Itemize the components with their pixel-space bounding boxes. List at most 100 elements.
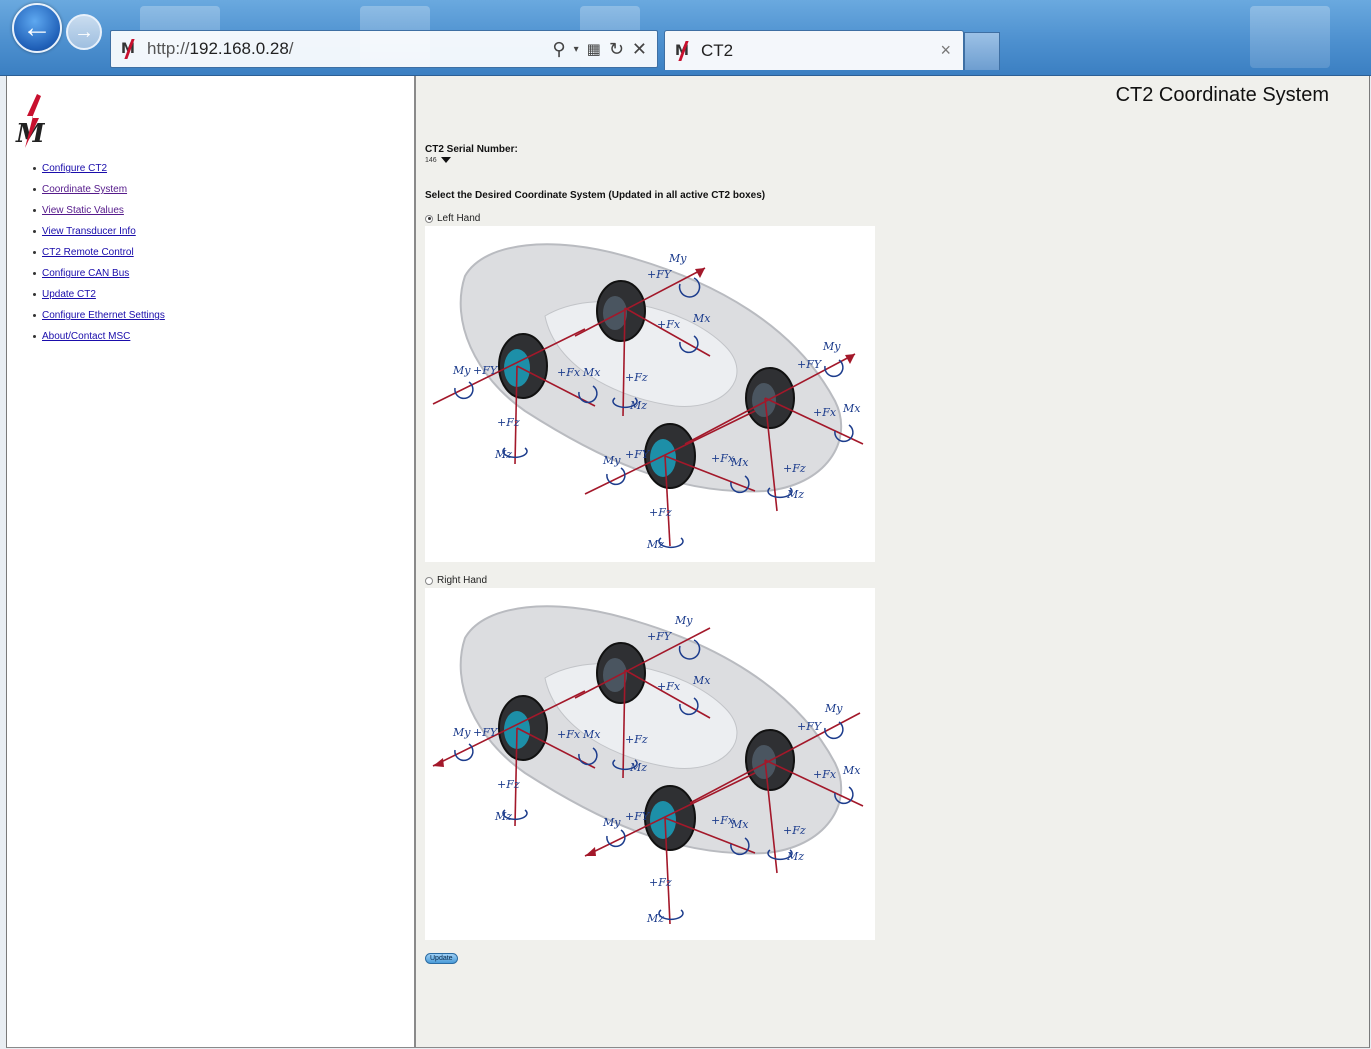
browser-toolbar: ← → M http://192.168.0.28/ ⚲ ▾ ▦ ↻ ✕ M C…	[0, 0, 1371, 76]
axis-label: Mz	[786, 850, 804, 863]
axis-label: Mz	[629, 761, 647, 774]
sidebar-link[interactable]: Configure CAN Bus	[42, 268, 129, 279]
sidebar-item-update-ct2: Update CT2	[33, 284, 165, 305]
axis-label: Mx	[842, 402, 861, 415]
axis-label: Mz	[786, 488, 804, 501]
sidebar-item-view-static-values: View Static Values	[33, 200, 165, 221]
instruction-text: Select the Desired Coordinate System (Up…	[425, 190, 766, 201]
axis-label: Mx	[730, 456, 749, 469]
sidebar-item-configure-can-bus: Configure CAN Bus	[33, 263, 165, 284]
sidebar-link[interactable]: Coordinate System	[42, 184, 127, 195]
refresh-icon[interactable]: ↻	[609, 39, 624, 60]
serial-number-value: 146	[425, 156, 437, 164]
axis-label: +Fz	[783, 462, 806, 475]
axis-label: +Fz	[625, 371, 648, 384]
address-bar-actions: ⚲ ▾ ▦ ↻ ✕	[552, 39, 657, 60]
axis-label: Mz	[646, 912, 664, 925]
axis-label: +Fx	[813, 768, 837, 781]
axis-label: My	[452, 364, 471, 377]
axis-label: Mx	[842, 764, 861, 777]
compatibility-view-icon[interactable]: ▦	[587, 40, 601, 58]
forward-button[interactable]: →	[66, 14, 102, 50]
axis-label: +Fz	[649, 506, 672, 519]
axis-label: My	[822, 340, 841, 353]
axis-label: My	[602, 454, 621, 467]
dropdown-icon[interactable]: ▾	[574, 44, 579, 55]
axis-label: Mx	[582, 728, 601, 741]
navigation-frame: M Configure CT2 Coordinate System View S…	[6, 76, 416, 1048]
axis-label: +FY	[473, 364, 499, 377]
left-hand-label: Left Hand	[437, 213, 481, 224]
tab-favicon-icon: M	[675, 40, 693, 61]
address-bar[interactable]: M http://192.168.0.28/ ⚲ ▾ ▦ ↻ ✕	[110, 30, 658, 68]
sidebar-item-configure-ethernet: Configure Ethernet Settings	[33, 305, 165, 326]
sidebar-link[interactable]: View Transducer Info	[42, 226, 136, 237]
axis-label: +Fz	[649, 876, 672, 889]
url-host: 192.168.0.28	[189, 39, 289, 58]
left-hand-diagram: +FY My +Fx Mx +FY My +Fx Mx +Fz Mz +Fz M…	[425, 226, 875, 562]
right-hand-radio[interactable]	[425, 576, 433, 585]
sidebar-link[interactable]: Configure Ethernet Settings	[42, 310, 165, 321]
axis-label: +Fx	[813, 406, 837, 419]
sidebar-nav: Configure CT2 Coordinate System View Sta…	[33, 158, 165, 347]
axis-label: +FY	[797, 720, 823, 733]
axis-label: +Fx	[657, 680, 681, 693]
axis-label: +Fz	[497, 778, 520, 791]
axis-label: Mx	[582, 366, 601, 379]
site-favicon-icon: M	[121, 39, 139, 59]
stop-icon[interactable]: ✕	[632, 39, 647, 60]
axis-label: +FY	[625, 810, 651, 823]
left-hand-option[interactable]: Left Hand	[425, 213, 480, 224]
sidebar-item-coordinate-system: Coordinate System	[33, 179, 165, 200]
sidebar-link[interactable]: CT2 Remote Control	[42, 247, 134, 258]
axis-label: My	[674, 614, 693, 627]
axis-label: +Fx	[657, 318, 681, 331]
axis-label: Mx	[730, 818, 749, 831]
axis-label: +Fz	[497, 416, 520, 429]
back-arrow-icon: ←	[22, 11, 52, 44]
chevron-down-icon	[440, 157, 451, 163]
sidebar-link[interactable]: Update CT2	[42, 289, 96, 300]
sidebar-item-view-transducer-info: View Transducer Info	[33, 221, 165, 242]
tab-ct2[interactable]: M CT2 ×	[664, 30, 964, 70]
new-tab-button[interactable]	[964, 32, 1000, 70]
right-hand-label: Right Hand	[437, 575, 488, 586]
url-suffix: /	[288, 39, 294, 58]
url-text[interactable]: http://192.168.0.28/	[147, 39, 294, 59]
axis-label: My	[602, 816, 621, 829]
sidebar-item-ct2-remote-control: CT2 Remote Control	[33, 242, 165, 263]
tab-close-icon[interactable]: ×	[940, 40, 951, 61]
tab-title: CT2	[701, 40, 734, 60]
sidebar-item-configure-ct2: Configure CT2	[33, 158, 165, 179]
search-icon[interactable]: ⚲	[552, 39, 565, 60]
content-frame: CT2 Coordinate System CT2 Serial Number:…	[416, 76, 1370, 1048]
axis-label: +Fz	[783, 824, 806, 837]
axis-label: My	[452, 726, 471, 739]
axis-label: Mz	[629, 399, 647, 412]
right-hand-option[interactable]: Right Hand	[425, 575, 487, 586]
sidebar-item-about-contact: About/Contact MSC	[33, 326, 165, 347]
update-button[interactable]: Update	[425, 953, 458, 964]
forward-arrow-icon: →	[74, 20, 94, 43]
back-button[interactable]: ←	[12, 3, 62, 53]
msc-logo: M	[15, 94, 45, 148]
axis-label: My	[668, 252, 687, 265]
axis-label: +FY	[625, 448, 651, 461]
right-hand-diagram: +FY My +Fx Mx +FY My +Fx Mx +Fz Mz +Fz M…	[425, 588, 875, 940]
axis-label: +FY	[647, 630, 673, 643]
right-hand-car-image: +FY My +Fx Mx +FY My +Fx Mx +Fz Mz +Fz M…	[432, 605, 864, 925]
left-hand-car-image: +FY My +Fx Mx +FY My +Fx Mx +Fz Mz +Fz M…	[432, 243, 864, 551]
background-blur	[1250, 6, 1330, 68]
sidebar-link[interactable]: Configure CT2	[42, 163, 107, 174]
axis-label: +Fx	[557, 366, 581, 379]
sidebar-link[interactable]: View Static Values	[42, 205, 124, 216]
axis-label: Mx	[692, 674, 711, 687]
axis-label: Mx	[692, 312, 711, 325]
axis-label: +FY	[473, 726, 499, 739]
sidebar-link[interactable]: About/Contact MSC	[42, 331, 130, 342]
serial-number-select[interactable]: 146	[425, 155, 451, 165]
left-hand-radio[interactable]	[425, 214, 433, 223]
axis-label: My	[824, 702, 843, 715]
axis-label: +FY	[797, 358, 823, 371]
axis-label: +FY	[647, 268, 673, 281]
